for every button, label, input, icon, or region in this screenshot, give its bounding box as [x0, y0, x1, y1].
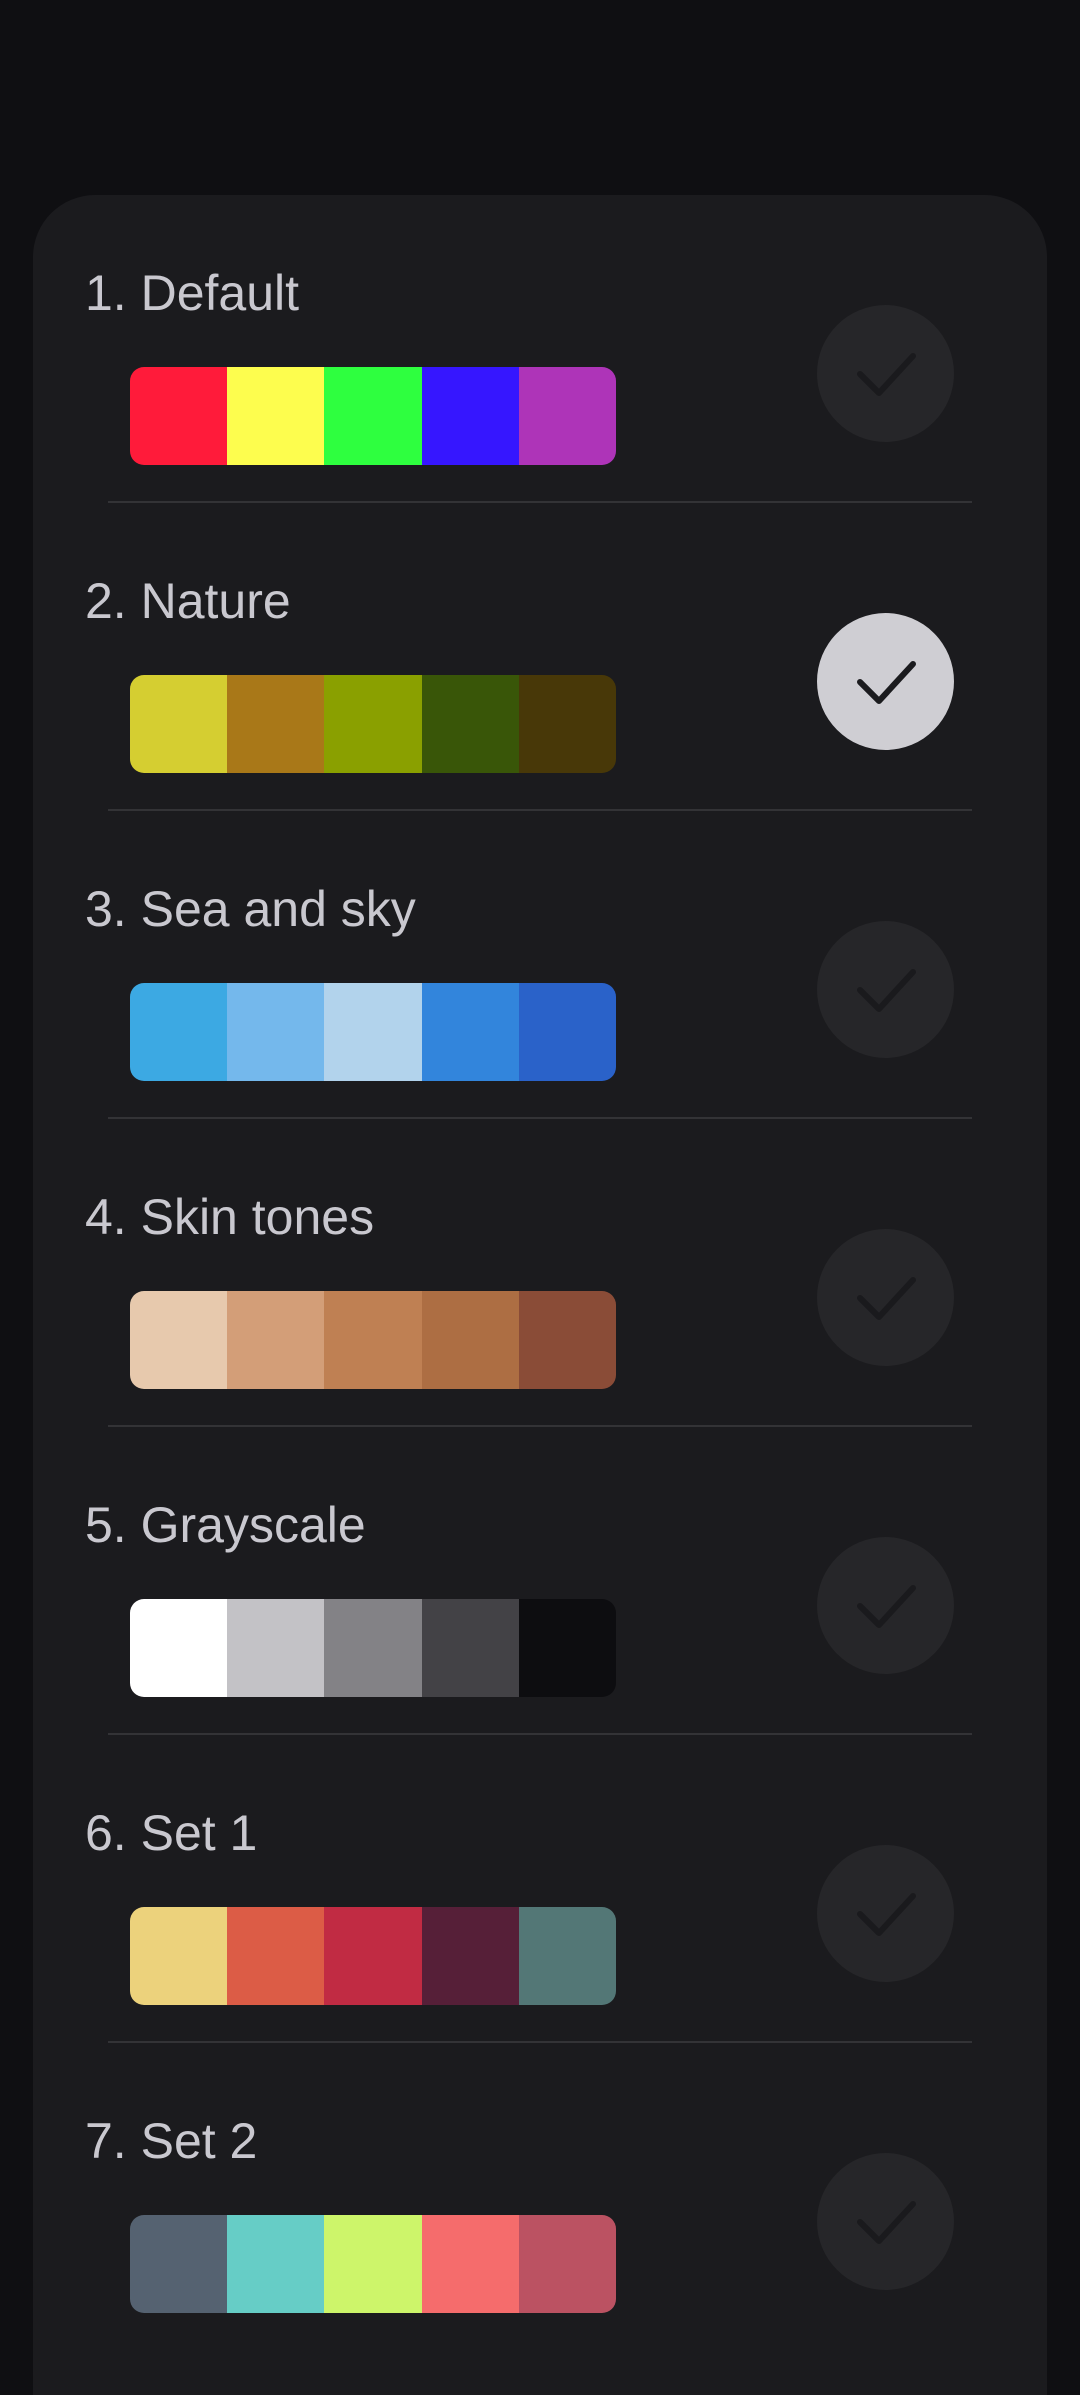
palette-title: 5. Grayscale: [85, 1497, 366, 1553]
color-swatch: [421, 1599, 519, 1697]
color-swatch: [518, 983, 616, 1081]
palette-title: 2. Nature: [85, 573, 291, 629]
color-swatch: [518, 367, 616, 465]
color-swatch: [227, 983, 325, 1081]
palette-row-set-1[interactable]: 6. Set 1: [33, 1735, 1047, 2043]
color-swatch: [421, 983, 519, 1081]
select-palette-button[interactable]: [817, 1229, 954, 1366]
color-swatch: [421, 367, 519, 465]
color-swatch: [130, 1599, 228, 1697]
checkmark-icon: [856, 1276, 916, 1320]
color-swatch: [324, 1599, 422, 1697]
palette-row-skin-tones[interactable]: 4. Skin tones: [33, 1119, 1047, 1427]
palette-list-card: 1. Default 2. Nature 3. Sea and sky 4. S…: [33, 195, 1047, 2395]
color-swatch: [227, 675, 325, 773]
checkmark-icon: [856, 2200, 916, 2244]
color-swatch: [130, 1907, 228, 2005]
select-palette-button[interactable]: [817, 1537, 954, 1674]
color-swatch: [130, 2215, 228, 2313]
checkmark-icon: [856, 352, 916, 396]
palette-swatches: [130, 675, 616, 773]
palette-title: 4. Skin tones: [85, 1189, 375, 1245]
color-swatch: [421, 675, 519, 773]
select-palette-button[interactable]: [817, 613, 954, 750]
color-swatch: [518, 1599, 616, 1697]
palette-row-nature[interactable]: 2. Nature: [33, 503, 1047, 811]
color-swatch: [324, 1907, 422, 2005]
color-swatch: [421, 1907, 519, 2005]
palette-title: 1. Default: [85, 265, 300, 321]
color-swatch: [324, 675, 422, 773]
select-palette-button[interactable]: [817, 1845, 954, 1982]
checkmark-icon: [856, 1584, 916, 1628]
checkmark-icon: [856, 968, 916, 1012]
color-swatch: [227, 367, 325, 465]
color-swatch: [130, 1291, 228, 1389]
checkmark-icon: [856, 660, 916, 704]
color-swatch: [130, 367, 228, 465]
color-swatch: [227, 2215, 325, 2313]
color-swatch: [518, 1291, 616, 1389]
color-swatch: [518, 675, 616, 773]
palette-row-default[interactable]: 1. Default: [33, 195, 1047, 503]
palette-row-sea-and-sky[interactable]: 3. Sea and sky: [33, 811, 1047, 1119]
color-swatch: [130, 675, 228, 773]
select-palette-button[interactable]: [817, 921, 954, 1058]
palette-row-grayscale[interactable]: 5. Grayscale: [33, 1427, 1047, 1735]
color-swatch: [518, 2215, 616, 2313]
palette-row-set-2[interactable]: 7. Set 2: [33, 2043, 1047, 2351]
palette-swatches: [130, 1599, 616, 1697]
select-palette-button[interactable]: [817, 2153, 954, 2290]
color-swatch: [227, 1599, 325, 1697]
select-palette-button[interactable]: [817, 305, 954, 442]
color-swatch: [324, 367, 422, 465]
color-swatch: [518, 1907, 616, 2005]
color-swatch: [130, 983, 228, 1081]
palette-title: 7. Set 2: [85, 2113, 258, 2169]
palette-title: 6. Set 1: [85, 1805, 258, 1861]
palette-swatches: [130, 367, 616, 465]
palette-swatches: [130, 1907, 616, 2005]
color-swatch: [421, 2215, 519, 2313]
palette-swatches: [130, 983, 616, 1081]
palette-swatches: [130, 1291, 616, 1389]
palette-swatches: [130, 2215, 616, 2313]
color-swatch: [421, 1291, 519, 1389]
color-swatch: [227, 1291, 325, 1389]
color-swatch: [324, 1291, 422, 1389]
color-swatch: [227, 1907, 325, 2005]
color-swatch: [324, 2215, 422, 2313]
palette-title: 3. Sea and sky: [85, 881, 416, 937]
color-swatch: [324, 983, 422, 1081]
checkmark-icon: [856, 1892, 916, 1936]
